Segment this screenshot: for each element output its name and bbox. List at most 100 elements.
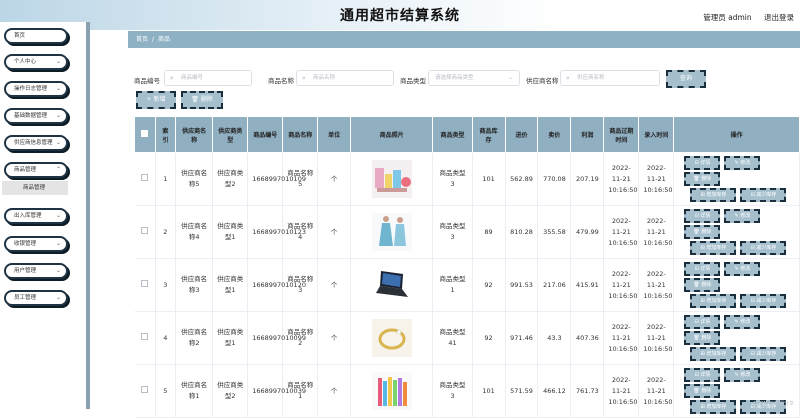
sidebar-item-label: 收银管理 xyxy=(14,241,36,247)
breadcrumb-home[interactable]: 首页 xyxy=(136,36,148,43)
supplier-label: 供应商名称 xyxy=(526,75,559,85)
edit-button[interactable]: ✎ 修改 xyxy=(724,156,760,170)
current-user: 管理员 admin xyxy=(703,13,751,22)
cell-expire: 2022-11-21 10:16:50 xyxy=(604,365,639,418)
breadcrumb: 首页/商品 xyxy=(128,31,800,48)
cell-stock: 101 xyxy=(472,365,505,418)
cell-price: 466.12 xyxy=(538,365,571,418)
search-button[interactable]: 查询 xyxy=(666,70,706,88)
sidebar-item[interactable]: 收银管理⌄ xyxy=(4,236,68,252)
add-stock-button[interactable]: ⊞ 增加库存 xyxy=(690,241,736,255)
logout-link[interactable]: 退出登录 xyxy=(764,13,794,22)
cell-expire: 2022-11-21 10:16:50 xyxy=(604,312,639,365)
cell-unit: 个 xyxy=(318,365,351,418)
delete-icon: 🗑 xyxy=(693,335,699,341)
detail-button[interactable]: ⊟ 详情 xyxy=(684,209,720,223)
row-checkbox-cell[interactable] xyxy=(135,365,156,418)
supplier-input[interactable]: ⌕供应商名称 xyxy=(560,70,660,86)
cell-price: 355.58 xyxy=(538,206,571,259)
detail-button[interactable]: ⊟ 详情 xyxy=(684,262,720,276)
detail-icon: ⊟ xyxy=(694,319,698,325)
add-stock-icon: ⊞ xyxy=(700,245,704,251)
row-checkbox-cell[interactable] xyxy=(135,312,156,365)
edit-button[interactable]: ✎ 修改 xyxy=(724,368,760,382)
sidebar-item-label: 首页 xyxy=(14,33,25,39)
checkbox[interactable] xyxy=(141,280,148,287)
add-stock-button[interactable]: ⊞ 增加库存 xyxy=(690,347,736,361)
column-header: 供应商类型 xyxy=(213,117,248,153)
code-input[interactable]: ⌕商品编号 xyxy=(164,70,252,86)
sidebar-item[interactable]: 员工管理⌄ xyxy=(4,290,68,306)
detail-icon: ⊟ xyxy=(694,160,698,166)
name-label: 商品名称 xyxy=(268,75,294,85)
checkbox[interactable] xyxy=(141,333,148,340)
delete-icon: 🗑 xyxy=(693,282,699,288)
sidebar-item-label: 出入库管理 xyxy=(14,213,42,219)
detail-button[interactable]: ⊟ 详情 xyxy=(684,315,720,329)
add-stock-button[interactable]: ⊞ 增加库存 xyxy=(690,294,736,308)
cell-code: 1668997010099 xyxy=(248,312,283,365)
column-header: 商品库存 xyxy=(472,117,505,153)
column-header: 索引 xyxy=(155,117,176,153)
add-stock-icon: ⊞ xyxy=(700,298,704,304)
checkbox[interactable] xyxy=(141,130,148,137)
edit-button[interactable]: ✎ 修改 xyxy=(724,209,760,223)
sidebar-item[interactable]: 个人中心⌄ xyxy=(4,54,68,70)
delete-button[interactable]: 🗑 删除 xyxy=(684,331,720,345)
edit-icon: ✎ xyxy=(734,213,738,219)
reduce-stock-button[interactable]: ⊟ 减少库存 xyxy=(740,294,786,308)
cell-index: 5 xyxy=(155,365,176,418)
add-stock-button[interactable]: ⊞ 增加库存 xyxy=(690,400,736,414)
cell-stock: 101 xyxy=(472,153,505,206)
cell-profit: 479.99 xyxy=(571,206,604,259)
chevron-icon: ⌄ xyxy=(56,292,61,304)
name-input[interactable]: ⌕商品名称 xyxy=(296,70,394,86)
cell-supplier: 供应商名称2 xyxy=(176,312,213,365)
delete-button[interactable]: 🗑 删除 xyxy=(684,278,720,292)
code-label: 商品编号 xyxy=(134,75,160,85)
app-title: 通用超市结算系统 xyxy=(0,5,800,25)
delete-button[interactable]: 🗑 删除 xyxy=(684,172,720,186)
sidebar-item[interactable]: 商品管理⌃ xyxy=(4,162,68,178)
search-icon: ⌕ xyxy=(566,71,570,85)
batch-delete-button[interactable]: 🗑 删除 xyxy=(181,91,223,109)
detail-button[interactable]: ⊟ 详情 xyxy=(684,156,720,170)
row-checkbox-cell[interactable] xyxy=(135,206,156,259)
cell-supplier: 供应商名称3 xyxy=(176,259,213,312)
reduce-stock-button[interactable]: ⊟ 减少库存 xyxy=(740,347,786,361)
checkbox[interactable] xyxy=(141,174,148,181)
column-header: 商品照片 xyxy=(351,117,433,153)
checkbox[interactable] xyxy=(141,227,148,234)
sidebar-item[interactable]: 出入库管理⌄ xyxy=(4,208,68,224)
sidebar-item[interactable]: 用户管理⌄ xyxy=(4,263,68,279)
sidebar-item[interactable]: 操作日志管理⌄ xyxy=(4,81,68,97)
sidebar-item[interactable]: 基础数据管理⌄ xyxy=(4,108,68,124)
edit-button[interactable]: ✎ 修改 xyxy=(724,262,760,276)
type-select[interactable]: 请选择商品类型⌄ xyxy=(428,70,520,86)
sidebar-item[interactable]: 供应商信息管理⌄ xyxy=(4,135,68,151)
column-header: 商品编号 xyxy=(248,117,283,153)
sidebar-item-label: 基础数据管理 xyxy=(14,113,47,119)
edit-button[interactable]: ✎ 修改 xyxy=(724,315,760,329)
detail-button[interactable]: ⊟ 详情 xyxy=(684,368,720,382)
cell-cost: 991.53 xyxy=(505,259,538,312)
reduce-stock-button[interactable]: ⊟ 减少库存 xyxy=(740,188,786,202)
add-button[interactable]: + 新增 xyxy=(136,91,176,109)
cell-profit: 415.91 xyxy=(571,259,604,312)
sidebar-subitem-product-management[interactable]: 商品管理 xyxy=(2,181,68,195)
delete-button[interactable]: 🗑 删除 xyxy=(684,384,720,398)
reduce-stock-button[interactable]: ⊟ 减少库存 xyxy=(740,241,786,255)
cell-stype: 供应商类型1 xyxy=(213,259,248,312)
checkbox[interactable] xyxy=(141,386,148,393)
row-checkbox-cell[interactable] xyxy=(135,259,156,312)
cell-expire: 2022-11-21 10:16:50 xyxy=(604,206,639,259)
cell-expire: 2022-11-21 10:16:50 xyxy=(604,153,639,206)
select-all-checkbox[interactable] xyxy=(135,117,156,153)
row-checkbox-cell[interactable] xyxy=(135,153,156,206)
add-stock-button[interactable]: ⊞ 增加库存 xyxy=(690,188,736,202)
sidebar-item[interactable]: 首页 xyxy=(4,28,68,44)
cell-index: 2 xyxy=(155,206,176,259)
reduce-stock-icon: ⊟ xyxy=(750,298,754,304)
table-header: 索引供应商名称供应商类型商品编号商品名称单位商品照片商品类型商品库存进价卖价利润… xyxy=(135,117,800,153)
delete-button[interactable]: 🗑 删除 xyxy=(684,225,720,239)
